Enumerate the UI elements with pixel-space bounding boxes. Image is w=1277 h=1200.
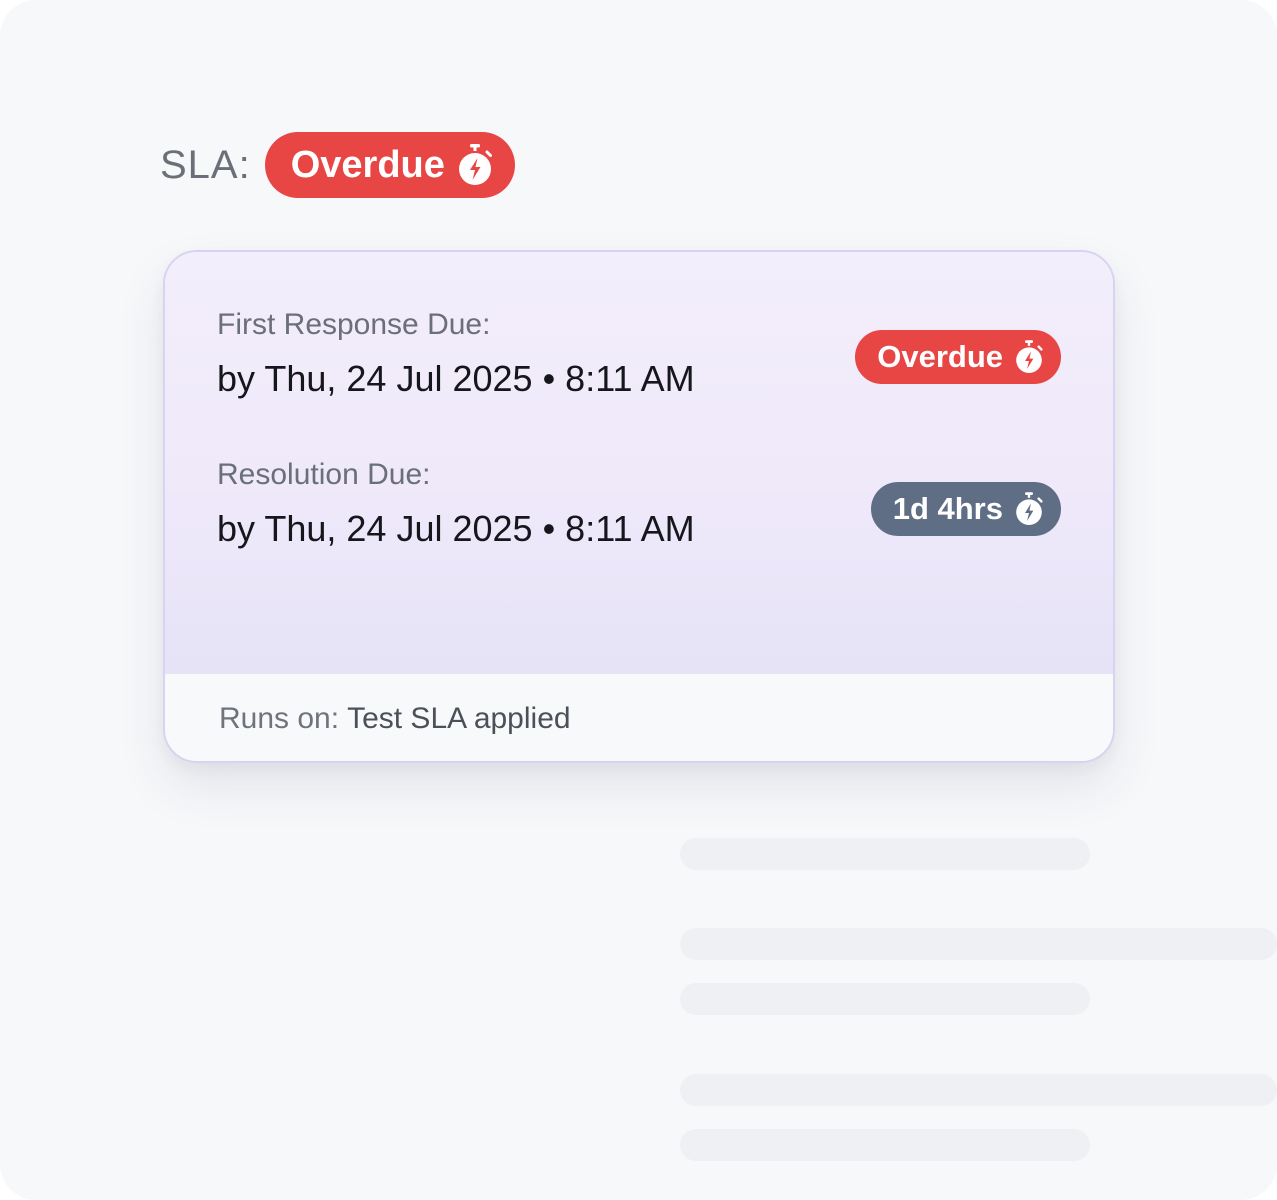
first-response-badge-text: Overdue	[877, 339, 1003, 374]
sla-header: SLA: Overdue	[160, 132, 515, 198]
runs-on-value: Test SLA applied	[347, 701, 571, 735]
sla-details-card: First Response Due: by Thu, 24 Jul 2025 …	[163, 250, 1115, 763]
first-response-overdue-badge[interactable]: Overdue	[855, 330, 1061, 384]
skeleton-line	[680, 928, 1277, 960]
sla-card-body: First Response Due: by Thu, 24 Jul 2025 …	[165, 252, 1113, 674]
stopwatch-bolt-icon	[1013, 491, 1045, 527]
resolution-badge-text: 1d 4hrs	[892, 491, 1003, 526]
stopwatch-bolt-icon	[455, 143, 495, 187]
skeleton-line	[680, 983, 1090, 1015]
skeleton-line	[680, 1074, 1277, 1106]
runs-on-label: Runs on:	[219, 701, 340, 735]
first-response-row: First Response Due: by Thu, 24 Jul 2025 …	[217, 308, 1061, 400]
sla-panel: SLA: Overdue First Response Due: by Thu,…	[0, 0, 1277, 1200]
stopwatch-bolt-icon	[1013, 339, 1045, 375]
sla-status-badge[interactable]: Overdue	[264, 132, 515, 198]
resolution-time-badge[interactable]: 1d 4hrs	[870, 482, 1061, 536]
skeleton-line	[680, 1129, 1090, 1161]
sla-status-text: Overdue	[290, 143, 445, 186]
skeleton-line	[680, 838, 1090, 870]
sla-card-footer: Runs on: Test SLA applied	[165, 674, 1113, 761]
resolution-row: Resolution Due: by Thu, 24 Jul 2025 • 8:…	[217, 458, 1061, 550]
sla-label: SLA:	[160, 142, 251, 187]
